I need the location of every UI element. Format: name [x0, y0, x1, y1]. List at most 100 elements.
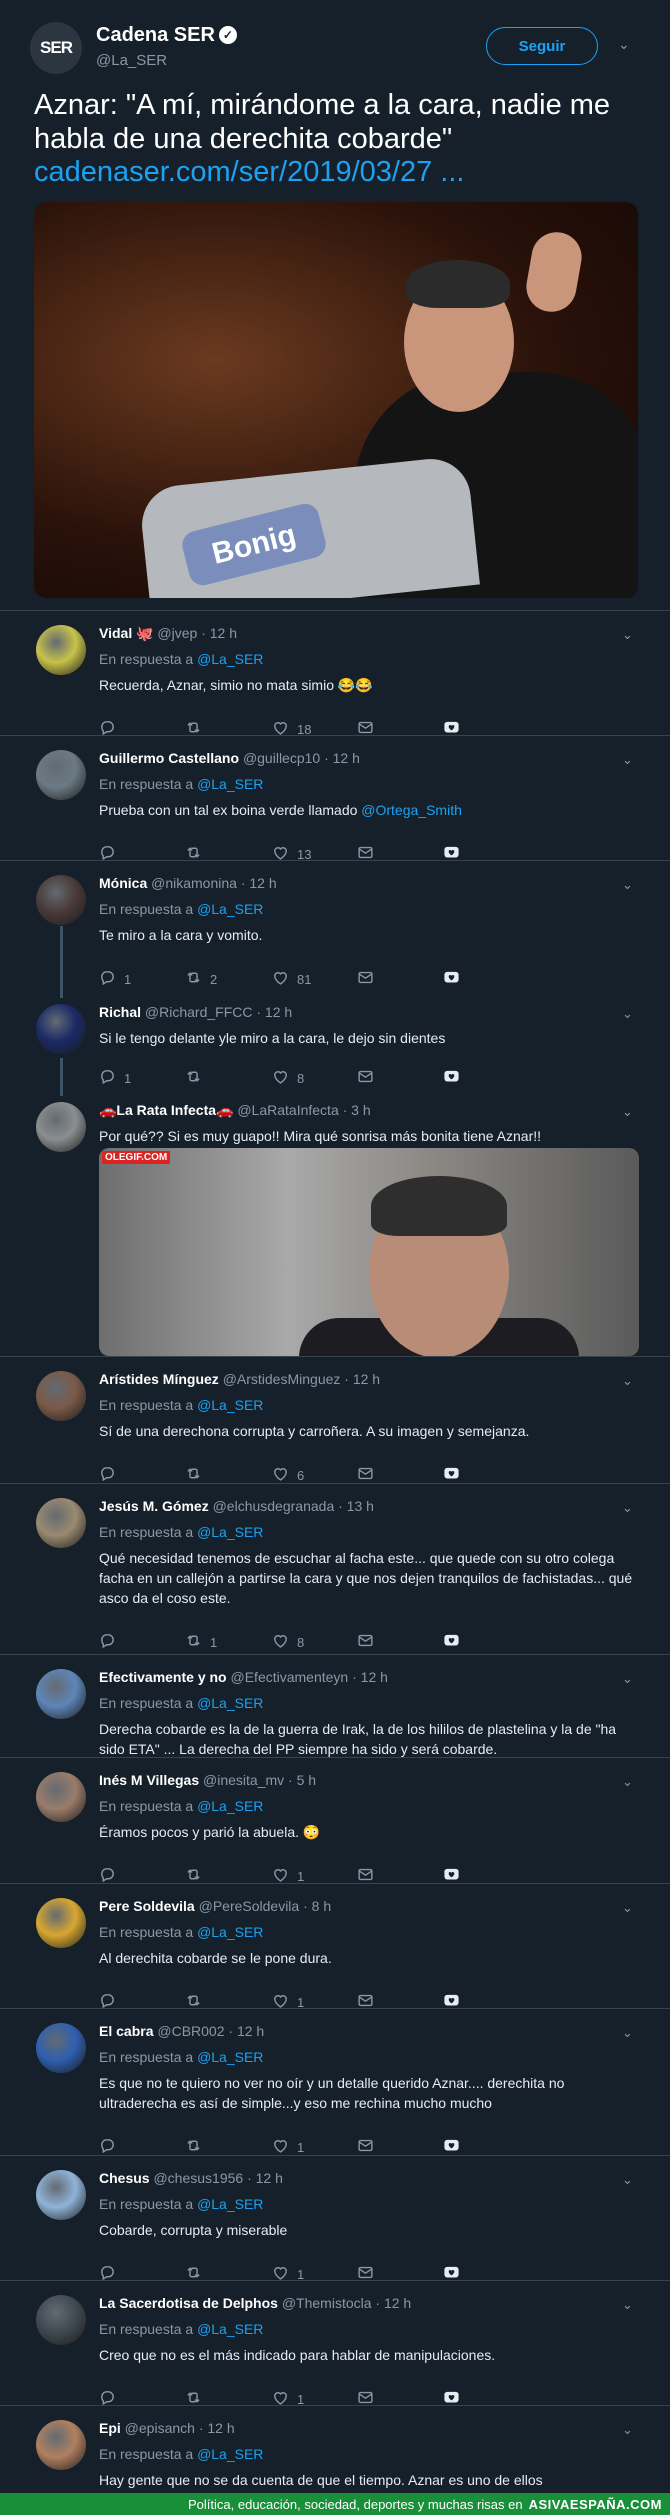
avatar[interactable] [36, 1371, 86, 1421]
author-name[interactable]: Guillermo Castellano [99, 750, 239, 766]
like-button[interactable]: 1 [272, 2264, 304, 2284]
footer-brand[interactable]: ASIVAESPAÑA.COM [529, 2497, 662, 2512]
tweet-time[interactable]: · 13 h [338, 1498, 374, 1514]
mention-link[interactable]: @La_SER [197, 901, 263, 917]
like-button[interactable]: 1 [272, 2389, 304, 2409]
mention-link[interactable]: @La_SER [197, 1397, 263, 1413]
reply-tweet[interactable]: Vidal 🐙 @jvep · 12 h ⌄ En respuesta a @La… [0, 610, 670, 737]
avatar[interactable] [36, 875, 86, 925]
author-handle[interactable]: @jvep [157, 625, 197, 641]
reply-tweet[interactable]: Guillermo Castellano @guillecp10 · 12 h … [0, 735, 670, 862]
author-name-text[interactable]: Cadena SER [96, 24, 215, 46]
author-name[interactable]: Cadena SER ✓ [96, 24, 237, 47]
avatar[interactable] [36, 1498, 86, 1548]
avatar[interactable] [36, 1898, 86, 1948]
chevron-down-icon[interactable]: ⌄ [622, 2172, 633, 2188]
avatar[interactable] [36, 2170, 86, 2220]
author-handle[interactable]: @chesus1956 [153, 2170, 243, 2186]
avatar[interactable] [36, 2295, 86, 2345]
author-name[interactable]: Epi [99, 2420, 121, 2436]
author-name[interactable]: Jesús M. Gómez [99, 1498, 209, 1514]
avatar[interactable] [36, 2420, 86, 2470]
avatar[interactable] [36, 2023, 86, 2073]
tweet-photo[interactable]: Bonig [34, 202, 638, 598]
retweet-button[interactable]: 1 [185, 1632, 217, 1652]
message-button[interactable] [357, 2264, 374, 2284]
retweet-button[interactable] [185, 1465, 210, 1485]
author-handle[interactable]: @Themistocla [282, 2295, 372, 2311]
author-handle[interactable]: @PereSoldevila [199, 1898, 300, 1914]
message-button[interactable] [357, 719, 374, 739]
tweet-time[interactable]: · 12 h [352, 1669, 388, 1685]
chevron-down-icon[interactable]: ⌄ [622, 1900, 633, 1916]
like-button[interactable]: 81 [272, 969, 311, 989]
like-button[interactable]: 1 [272, 2137, 304, 2157]
retweet-button[interactable] [185, 2264, 210, 2284]
author-handle[interactable]: @elchusdegranada [213, 1498, 335, 1514]
message-button[interactable] [357, 2137, 374, 2157]
author-handle[interactable]: @La_SER [96, 52, 167, 69]
heart-badge-button[interactable] [443, 1068, 460, 1088]
author-name[interactable]: Efectivamente y no [99, 1669, 227, 1685]
mention-link[interactable]: @La_SER [197, 2446, 263, 2462]
avatar[interactable]: SER [30, 22, 82, 74]
message-button[interactable] [357, 1068, 374, 1088]
reply-gif[interactable]: OLEGIF.COM [99, 1148, 639, 1356]
tweet-time[interactable]: · 8 h [303, 1898, 331, 1914]
author-handle[interactable]: @LaRataInfecta [237, 1102, 338, 1118]
author-name[interactable]: 🚗La Rata Infecta🚗 [99, 1102, 233, 1118]
avatar[interactable] [36, 1669, 86, 1719]
author-name[interactable]: Vidal 🐙 [99, 625, 154, 641]
tweet-time[interactable]: · 5 h [288, 1772, 316, 1788]
tweet-time[interactable]: · 12 h [228, 2023, 264, 2039]
reply-button[interactable] [99, 2137, 124, 2157]
author-handle[interactable]: @nikamonina [151, 875, 237, 891]
message-button[interactable] [357, 1465, 374, 1485]
heart-badge-button[interactable] [443, 2389, 460, 2409]
author-handle[interactable]: @CBR002 [157, 2023, 224, 2039]
follow-button[interactable]: Seguir [486, 27, 598, 65]
author-handle[interactable]: @Richard_FFCC [145, 1004, 253, 1020]
mention-link[interactable]: @La_SER [197, 2196, 263, 2212]
mention-link[interactable]: @La_SER [197, 1524, 263, 1540]
author-name[interactable]: El cabra [99, 2023, 153, 2039]
tweet-time[interactable]: · 12 h [201, 625, 237, 641]
reply-button[interactable]: 1 [99, 969, 131, 989]
heart-badge-button[interactable] [443, 1992, 460, 2012]
mention-link[interactable]: @La_SER [197, 1924, 263, 1940]
tweet-time[interactable]: · 12 h [344, 1371, 380, 1387]
retweet-button[interactable] [185, 2389, 210, 2409]
reply-tweet[interactable]: Epi @episanch · 12 h ⌄ En respuesta a @La… [0, 2405, 670, 2488]
mention-link[interactable]: @La_SER [197, 1798, 263, 1814]
tweet-time[interactable]: · 12 h [247, 2170, 283, 2186]
avatar[interactable] [36, 1004, 86, 1054]
like-button[interactable]: 18 [272, 719, 311, 739]
chevron-down-icon[interactable]: ⌄ [622, 1774, 633, 1790]
tweet-time[interactable]: · 3 h [343, 1102, 371, 1118]
message-button[interactable] [357, 969, 374, 989]
mention-link[interactable]: @La_SER [197, 776, 263, 792]
author-handle[interactable]: @inesita_mv [203, 1772, 284, 1788]
reply-button[interactable] [99, 1632, 124, 1652]
tweet-time[interactable]: · 12 h [375, 2295, 411, 2311]
reply-tweet[interactable]: Efectivamente y no @Efectivamenteyn · 12… [0, 1654, 670, 1757]
mention-link[interactable]: @La_SER [197, 1695, 263, 1711]
author-handle[interactable]: @episanch [125, 2420, 195, 2436]
chevron-down-icon[interactable]: ⌄ [622, 2422, 633, 2438]
retweet-button[interactable] [185, 719, 210, 739]
chevron-down-icon[interactable]: ⌄ [622, 2025, 633, 2041]
author-name[interactable]: La Sacerdotisa de Delphos [99, 2295, 278, 2311]
tweet-time[interactable]: · 12 h [324, 750, 360, 766]
tweet-time[interactable]: · 12 h [241, 875, 277, 891]
heart-badge-button[interactable] [443, 1465, 460, 1485]
reply-tweet[interactable]: Chesus @chesus1956 · 12 h ⌄ En respuesta … [0, 2155, 670, 2282]
avatar[interactable] [36, 625, 86, 675]
reply-button[interactable]: 1 [99, 1068, 131, 1088]
chevron-down-icon[interactable]: ⌄ [622, 752, 633, 768]
heart-badge-button[interactable] [443, 969, 460, 989]
author-name[interactable]: Arístides Mínguez [99, 1371, 219, 1387]
retweet-button[interactable] [185, 844, 210, 864]
retweet-button[interactable]: 2 [185, 969, 217, 989]
reply-tweet[interactable]: Pere Soldevila @PereSoldevila · 8 h ⌄ En … [0, 1883, 670, 2010]
avatar[interactable] [36, 1102, 86, 1152]
